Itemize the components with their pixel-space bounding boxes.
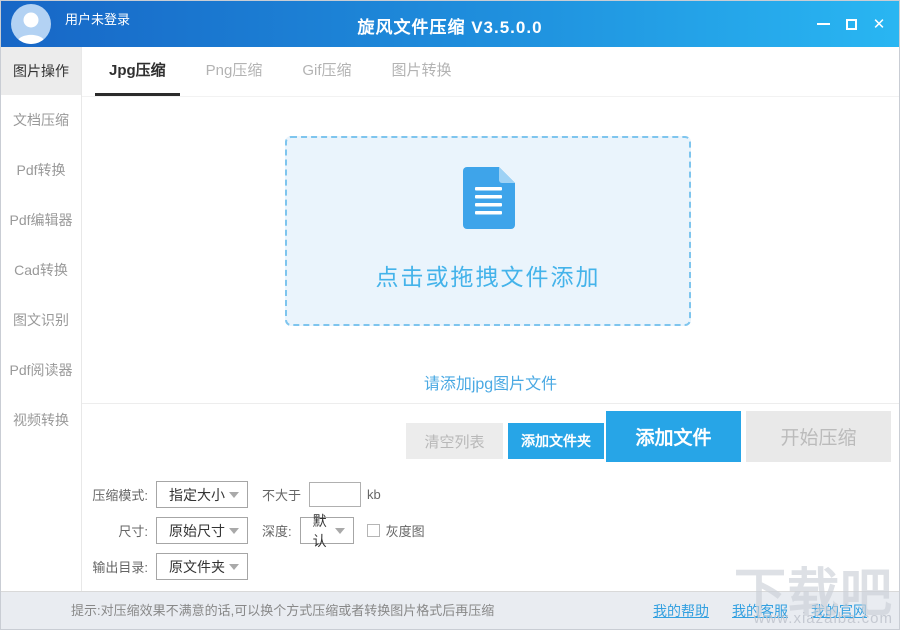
- output-dir-select[interactable]: 原文件夹: [156, 553, 248, 580]
- maximize-icon: [846, 19, 857, 30]
- size-label: 尺寸:: [82, 521, 148, 540]
- minimize-icon: [817, 23, 830, 25]
- clear-list-button[interactable]: 清空列表: [406, 423, 503, 459]
- sidebar-item-image-ops[interactable]: 图片操作: [1, 47, 81, 95]
- max-size-input[interactable]: [309, 482, 361, 507]
- tab-image-convert[interactable]: 图片转换: [378, 47, 466, 96]
- size-depth-row: 尺寸: 原始尺寸 深度: 默认 灰度图: [82, 517, 425, 544]
- sidebar-item-label: Pdf编辑器: [9, 210, 72, 230]
- status-bar: 提示:对压缩效果不满意的话,可以换个方式压缩或者转换图片格式后再压缩 我的帮助 …: [1, 591, 899, 629]
- sidebar-item-label: Cad转换: [14, 260, 68, 280]
- sidebar-item-pdf-convert[interactable]: Pdf转换: [1, 145, 81, 195]
- tip-text: 提示:对压缩效果不满意的话,可以换个方式压缩或者转换图片格式后再压缩: [71, 592, 494, 629]
- output-dir-label: 输出目录:: [82, 557, 148, 576]
- add-files-hint: 请添加jpg图片文件: [82, 370, 899, 394]
- file-icon: [287, 167, 689, 234]
- output-dir-row: 输出目录: 原文件夹: [82, 553, 248, 580]
- grayscale-label: 灰度图: [386, 521, 425, 540]
- kb-unit-label: kb: [367, 487, 381, 502]
- chevron-down-icon: [335, 528, 345, 534]
- content-area: 点击或拖拽文件添加 请添加jpg图片文件 清空列表 添加文件夹 添加文件 开始压…: [82, 97, 899, 591]
- section-divider: [82, 403, 899, 404]
- not-greater-label: 不大于: [262, 485, 301, 504]
- compress-mode-value: 指定大小: [169, 485, 225, 505]
- close-icon: ✕: [873, 17, 886, 32]
- sidebar-item-label: 图文识别: [13, 310, 69, 330]
- support-link[interactable]: 我的客服: [732, 601, 788, 621]
- file-dropzone[interactable]: 点击或拖拽文件添加: [285, 136, 691, 326]
- sidebar-item-pdf-editor[interactable]: Pdf编辑器: [1, 195, 81, 245]
- sidebar-item-label: 文档压缩: [13, 110, 69, 130]
- sidebar-item-label: Pdf阅读器: [9, 360, 72, 380]
- main-panel: Jpg压缩 Png压缩 Gif压缩 图片转换: [82, 47, 899, 591]
- compress-mode-label: 压缩模式:: [82, 485, 148, 504]
- titlebar: 用户未登录 旋风文件压缩 V3.5.0.0 ✕: [1, 1, 899, 47]
- window-title: 旋风文件压缩 V3.5.0.0: [1, 13, 899, 38]
- tab-gif-compress[interactable]: Gif压缩: [288, 47, 365, 96]
- depth-label: 深度:: [262, 521, 292, 540]
- tab-png-compress[interactable]: Png压缩: [192, 47, 277, 96]
- website-link[interactable]: 我的官网: [811, 601, 867, 621]
- sidebar-item-video-convert[interactable]: 视频转换: [1, 395, 81, 445]
- close-button[interactable]: ✕: [865, 10, 893, 38]
- depth-value: 默认: [313, 511, 331, 551]
- sidebar-item-label: 视频转换: [13, 410, 69, 430]
- dropzone-text: 点击或拖拽文件添加: [287, 258, 689, 292]
- chevron-down-icon: [229, 528, 239, 534]
- output-dir-value: 原文件夹: [169, 557, 225, 577]
- sidebar-item-pdf-reader[interactable]: Pdf阅读器: [1, 345, 81, 395]
- start-compress-button[interactable]: 开始压缩: [746, 411, 891, 462]
- size-value: 原始尺寸: [169, 521, 225, 541]
- compress-mode-select[interactable]: 指定大小: [156, 481, 248, 508]
- app-window: 用户未登录 旋风文件压缩 V3.5.0.0 ✕ 图片操作 文档压缩 Pdf转换 …: [0, 0, 900, 630]
- sidebar-item-label: 图片操作: [13, 61, 69, 81]
- chevron-down-icon: [229, 492, 239, 498]
- help-link[interactable]: 我的帮助: [653, 601, 709, 621]
- sidebar-item-doc-compress[interactable]: 文档压缩: [1, 95, 81, 145]
- grayscale-checkbox[interactable]: [367, 524, 380, 537]
- add-file-button[interactable]: 添加文件: [606, 411, 741, 462]
- sidebar-item-ocr[interactable]: 图文识别: [1, 295, 81, 345]
- tab-jpg-compress[interactable]: Jpg压缩: [95, 47, 180, 96]
- chevron-down-icon: [229, 564, 239, 570]
- maximize-button[interactable]: [837, 10, 865, 38]
- minimize-button[interactable]: [809, 10, 837, 38]
- depth-select[interactable]: 默认: [300, 517, 354, 544]
- sidebar-item-cad-convert[interactable]: Cad转换: [1, 245, 81, 295]
- sidebar: 图片操作 文档压缩 Pdf转换 Pdf编辑器 Cad转换 图文识别 Pdf阅读器…: [1, 47, 82, 591]
- sidebar-item-label: Pdf转换: [16, 160, 65, 180]
- compress-mode-row: 压缩模式: 指定大小 不大于 kb: [82, 481, 381, 508]
- size-select[interactable]: 原始尺寸: [156, 517, 248, 544]
- add-folder-button[interactable]: 添加文件夹: [508, 423, 604, 459]
- window-controls: ✕: [809, 1, 893, 47]
- footer-links: 我的帮助 我的客服 我的官网: [653, 592, 867, 629]
- tab-bar: Jpg压缩 Png压缩 Gif压缩 图片转换: [82, 47, 899, 97]
